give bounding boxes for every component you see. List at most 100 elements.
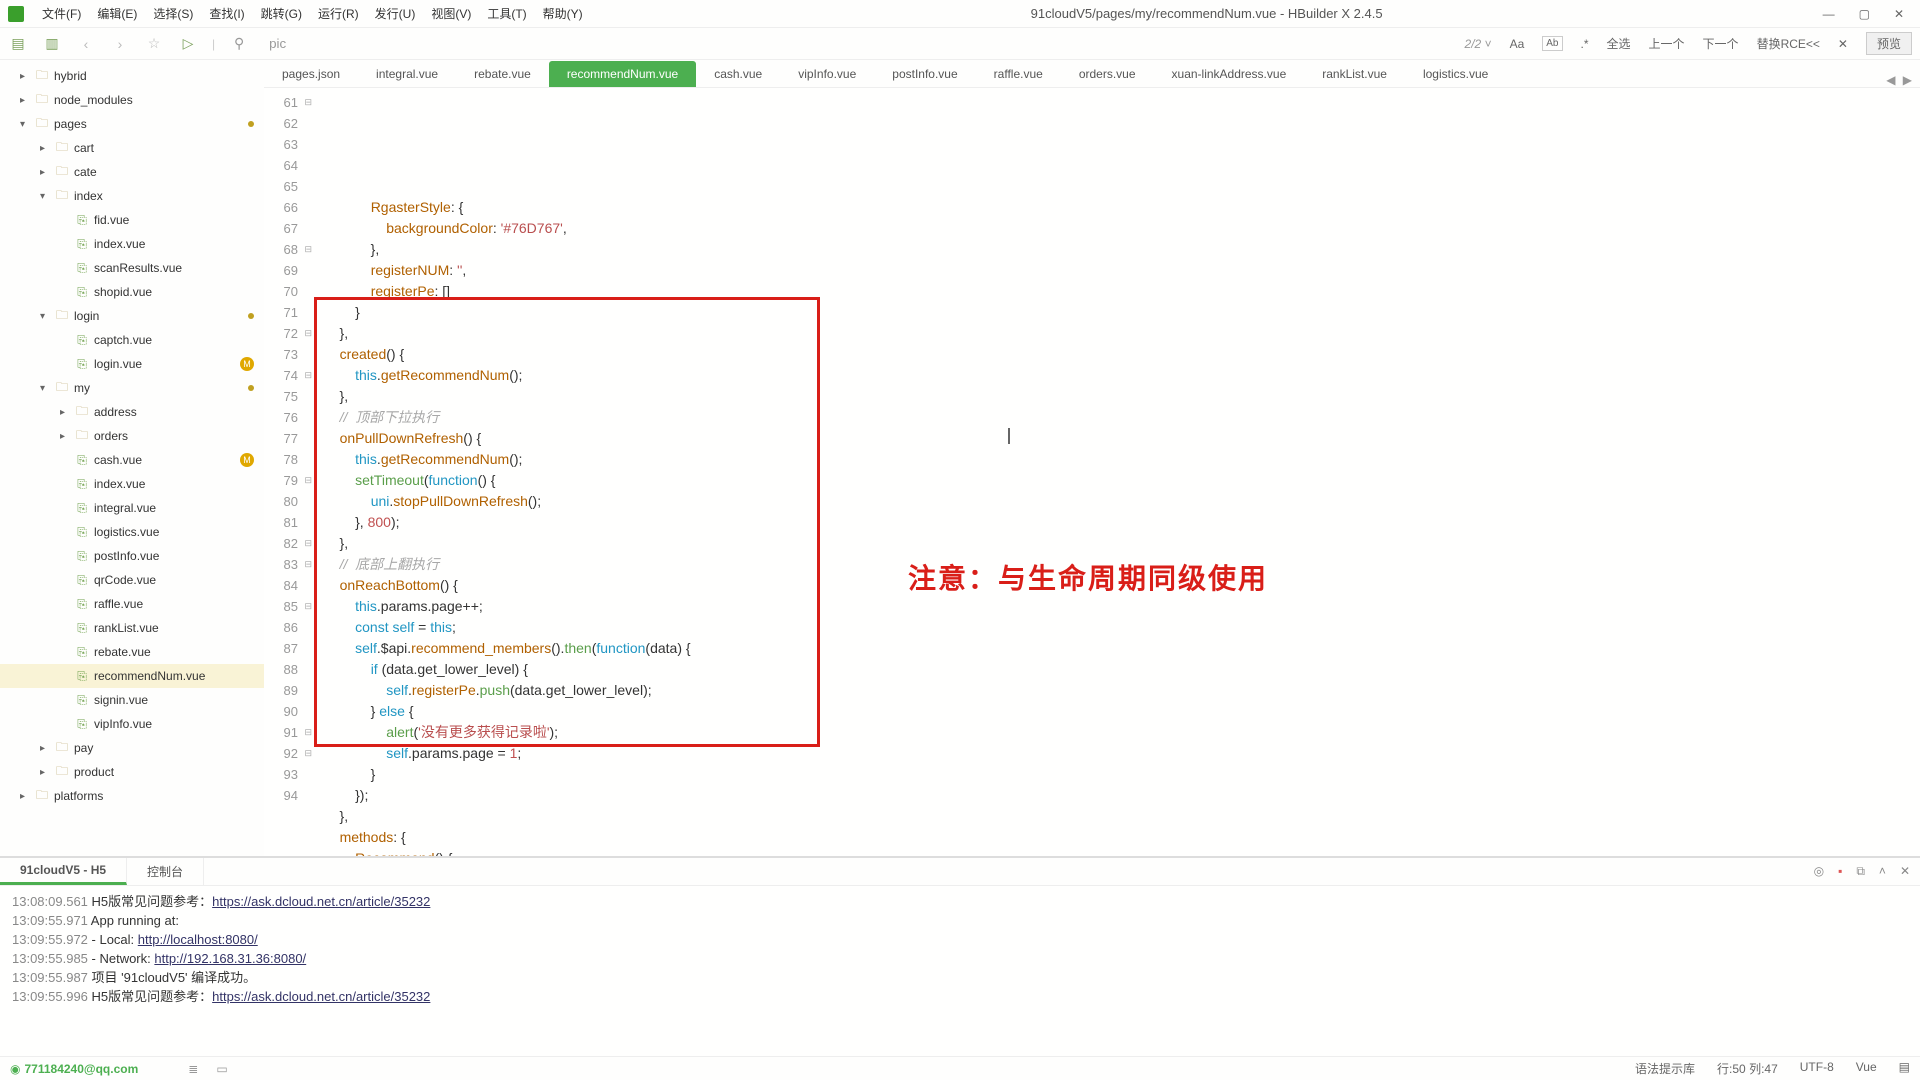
back-icon[interactable]: ‹ bbox=[76, 36, 96, 52]
editor-tab[interactable]: logistics.vue bbox=[1405, 61, 1506, 87]
editor-tab[interactable]: recommendNum.vue bbox=[549, 61, 696, 87]
tree-file[interactable]: ⎘signin.vue bbox=[0, 688, 264, 712]
status-hint[interactable]: 语法提示库 bbox=[1635, 1060, 1695, 1077]
tree-folder[interactable]: ▸🗀product bbox=[0, 760, 264, 784]
menu-publish[interactable]: 发行(U) bbox=[367, 5, 424, 22]
tree-file[interactable]: ⎘fid.vue bbox=[0, 208, 264, 232]
close-icon[interactable]: ✕ bbox=[1894, 7, 1904, 21]
editor-tab[interactable]: xuan-linkAddress.vue bbox=[1154, 61, 1305, 87]
tree-file[interactable]: ⎘postInfo.vue bbox=[0, 544, 264, 568]
search-count: 2/2 ˅ bbox=[1465, 37, 1492, 51]
tree-file[interactable]: ⎘shopid.vue bbox=[0, 280, 264, 304]
console-tab-output[interactable]: 91cloudV5 - H5 bbox=[0, 858, 127, 885]
tree-folder[interactable]: ▸🗀cate bbox=[0, 160, 264, 184]
code-editor[interactable]: 注意：与生命周期同级使用 RgasterStyle: { backgroundC… bbox=[318, 88, 1920, 856]
console-close-icon[interactable]: ✕ bbox=[1900, 864, 1910, 879]
menu-select[interactable]: 选择(S) bbox=[145, 5, 201, 22]
editor-tab[interactable]: vipInfo.vue bbox=[780, 61, 874, 87]
tree-folder[interactable]: ▸🗀node_modules bbox=[0, 88, 264, 112]
bookmark-icon[interactable]: ☆ bbox=[144, 35, 164, 52]
console-collapse-icon[interactable]: ˄ bbox=[1879, 864, 1886, 879]
minimize-icon[interactable]: — bbox=[1823, 7, 1835, 21]
regex-toggle[interactable]: .* bbox=[1581, 37, 1589, 51]
editor-tab[interactable]: rebate.vue bbox=[456, 61, 549, 87]
menu-run[interactable]: 运行(R) bbox=[310, 5, 367, 22]
tree-folder[interactable]: ▸🗀cart bbox=[0, 136, 264, 160]
editor-tab[interactable]: cash.vue bbox=[696, 61, 780, 87]
editor-tab[interactable]: orders.vue bbox=[1061, 61, 1154, 87]
tree-file[interactable]: ⎘rankList.vue bbox=[0, 616, 264, 640]
save-icon[interactable]: ▥ bbox=[42, 35, 62, 52]
tree-file[interactable]: ⎘integral.vue bbox=[0, 496, 264, 520]
next-match-button[interactable]: 下一个 bbox=[1703, 35, 1739, 52]
new-file-icon[interactable]: ▤ bbox=[8, 35, 28, 52]
tree-folder[interactable]: ▸🗀address bbox=[0, 400, 264, 424]
status-language[interactable]: Vue bbox=[1856, 1060, 1877, 1077]
app-logo bbox=[8, 6, 24, 22]
editor-tab[interactable]: postInfo.vue bbox=[874, 61, 975, 87]
maximize-icon[interactable]: ▢ bbox=[1859, 7, 1870, 21]
tree-file[interactable]: ⎘vipInfo.vue bbox=[0, 712, 264, 736]
search-icon[interactable]: ⚲ bbox=[229, 35, 249, 52]
tree-file[interactable]: ⎘scanResults.vue bbox=[0, 256, 264, 280]
list-icon[interactable]: ≣ bbox=[188, 1062, 198, 1076]
status-encoding[interactable]: UTF-8 bbox=[1800, 1060, 1834, 1077]
console-target-icon[interactable]: ◎ bbox=[1814, 864, 1824, 879]
menu-goto[interactable]: 跳转(G) bbox=[253, 5, 310, 22]
tree-folder[interactable]: ▾🗀index bbox=[0, 184, 264, 208]
tree-folder[interactable]: ▸🗀hybrid bbox=[0, 64, 264, 88]
editor-tab[interactable]: integral.vue bbox=[358, 61, 456, 87]
file-tree[interactable]: ▸🗀hybrid▸🗀node_modules▾🗀pages▸🗀cart▸🗀cat… bbox=[0, 60, 264, 856]
menu-edit[interactable]: 编辑(E) bbox=[89, 5, 145, 22]
tree-file[interactable]: ⎘logistics.vue bbox=[0, 520, 264, 544]
menu-tool[interactable]: 工具(T) bbox=[479, 5, 534, 22]
tree-file[interactable]: ⎘qrCode.vue bbox=[0, 568, 264, 592]
tabs-scroll-icon[interactable]: ◀ ▶ bbox=[1880, 73, 1920, 87]
tree-file[interactable]: ⎘rebate.vue bbox=[0, 640, 264, 664]
tree-file[interactable]: ⎘index.vue bbox=[0, 472, 264, 496]
menu-find[interactable]: 查找(I) bbox=[201, 5, 252, 22]
editor-tab[interactable]: pages.json bbox=[264, 61, 358, 87]
editor-tab[interactable]: rankList.vue bbox=[1304, 61, 1405, 87]
select-all-button[interactable]: 全选 bbox=[1607, 35, 1631, 52]
console-output[interactable]: 13:08:09.561 H5版常见问题参考：https://ask.dclou… bbox=[0, 886, 1920, 1056]
menu-help[interactable]: 帮助(Y) bbox=[535, 5, 591, 22]
line-gutter[interactable]: 61⊟62636465666768⊟69707172⊟7374⊟75767778… bbox=[264, 88, 318, 856]
word-toggle[interactable]: Ab bbox=[1542, 36, 1562, 51]
login-email[interactable]: 771184240@qq.com bbox=[24, 1062, 138, 1076]
tree-file[interactable]: ⎘cash.vueM bbox=[0, 448, 264, 472]
tree-file[interactable]: ⎘index.vue bbox=[0, 232, 264, 256]
replace-button[interactable]: 替换RCE<< bbox=[1757, 35, 1820, 52]
tree-folder[interactable]: ▸🗀orders bbox=[0, 424, 264, 448]
tree-file[interactable]: ⎘recommendNum.vue bbox=[0, 664, 264, 688]
console-stop-icon[interactable]: ▪ bbox=[1838, 864, 1842, 879]
forward-icon[interactable]: › bbox=[110, 36, 130, 52]
terminal-icon[interactable]: ▭ bbox=[216, 1062, 227, 1076]
menu-file[interactable]: 文件(F) bbox=[34, 5, 89, 22]
menubar: 文件(F) 编辑(E) 选择(S) 查找(I) 跳转(G) 运行(R) 发行(U… bbox=[0, 0, 1920, 28]
statusbar: ◉ 771184240@qq.com ≣ ▭ 语法提示库 行:50 列:47 U… bbox=[0, 1056, 1920, 1080]
preview-button[interactable]: 预览 bbox=[1866, 32, 1912, 55]
window-title: 91cloudV5/pages/my/recommendNum.vue - HB… bbox=[591, 6, 1823, 21]
tree-folder[interactable]: ▾🗀my bbox=[0, 376, 264, 400]
console-tab-terminal[interactable]: 控制台 bbox=[127, 858, 204, 885]
run-icon[interactable]: ▷ bbox=[178, 35, 198, 52]
search-input[interactable] bbox=[269, 36, 669, 51]
close-search-icon[interactable]: ✕ bbox=[1838, 37, 1848, 51]
tree-file[interactable]: ⎘captch.vue bbox=[0, 328, 264, 352]
tree-file[interactable]: ⎘raffle.vue bbox=[0, 592, 264, 616]
editor-tab[interactable]: raffle.vue bbox=[976, 61, 1061, 87]
tree-folder[interactable]: ▾🗀login bbox=[0, 304, 264, 328]
console-panel: 91cloudV5 - H5 控制台 ◎ ▪ ⧉ ˄ ✕ 13:08:09.56… bbox=[0, 856, 1920, 1056]
console-cmd-icon[interactable]: ⧉ bbox=[1856, 864, 1865, 879]
window-controls: — ▢ ✕ bbox=[1823, 7, 1912, 21]
login-status-icon[interactable]: ◉ bbox=[10, 1062, 20, 1076]
tree-file[interactable]: ⎘login.vueM bbox=[0, 352, 264, 376]
menu-view[interactable]: 视图(V) bbox=[423, 5, 479, 22]
prev-match-button[interactable]: 上一个 bbox=[1649, 35, 1685, 52]
case-toggle[interactable]: Aa bbox=[1510, 37, 1525, 51]
tree-folder[interactable]: ▾🗀pages bbox=[0, 112, 264, 136]
tree-folder[interactable]: ▸🗀pay bbox=[0, 736, 264, 760]
tree-folder[interactable]: ▸🗀platforms bbox=[0, 784, 264, 808]
notification-icon[interactable]: ▤ bbox=[1899, 1060, 1910, 1077]
